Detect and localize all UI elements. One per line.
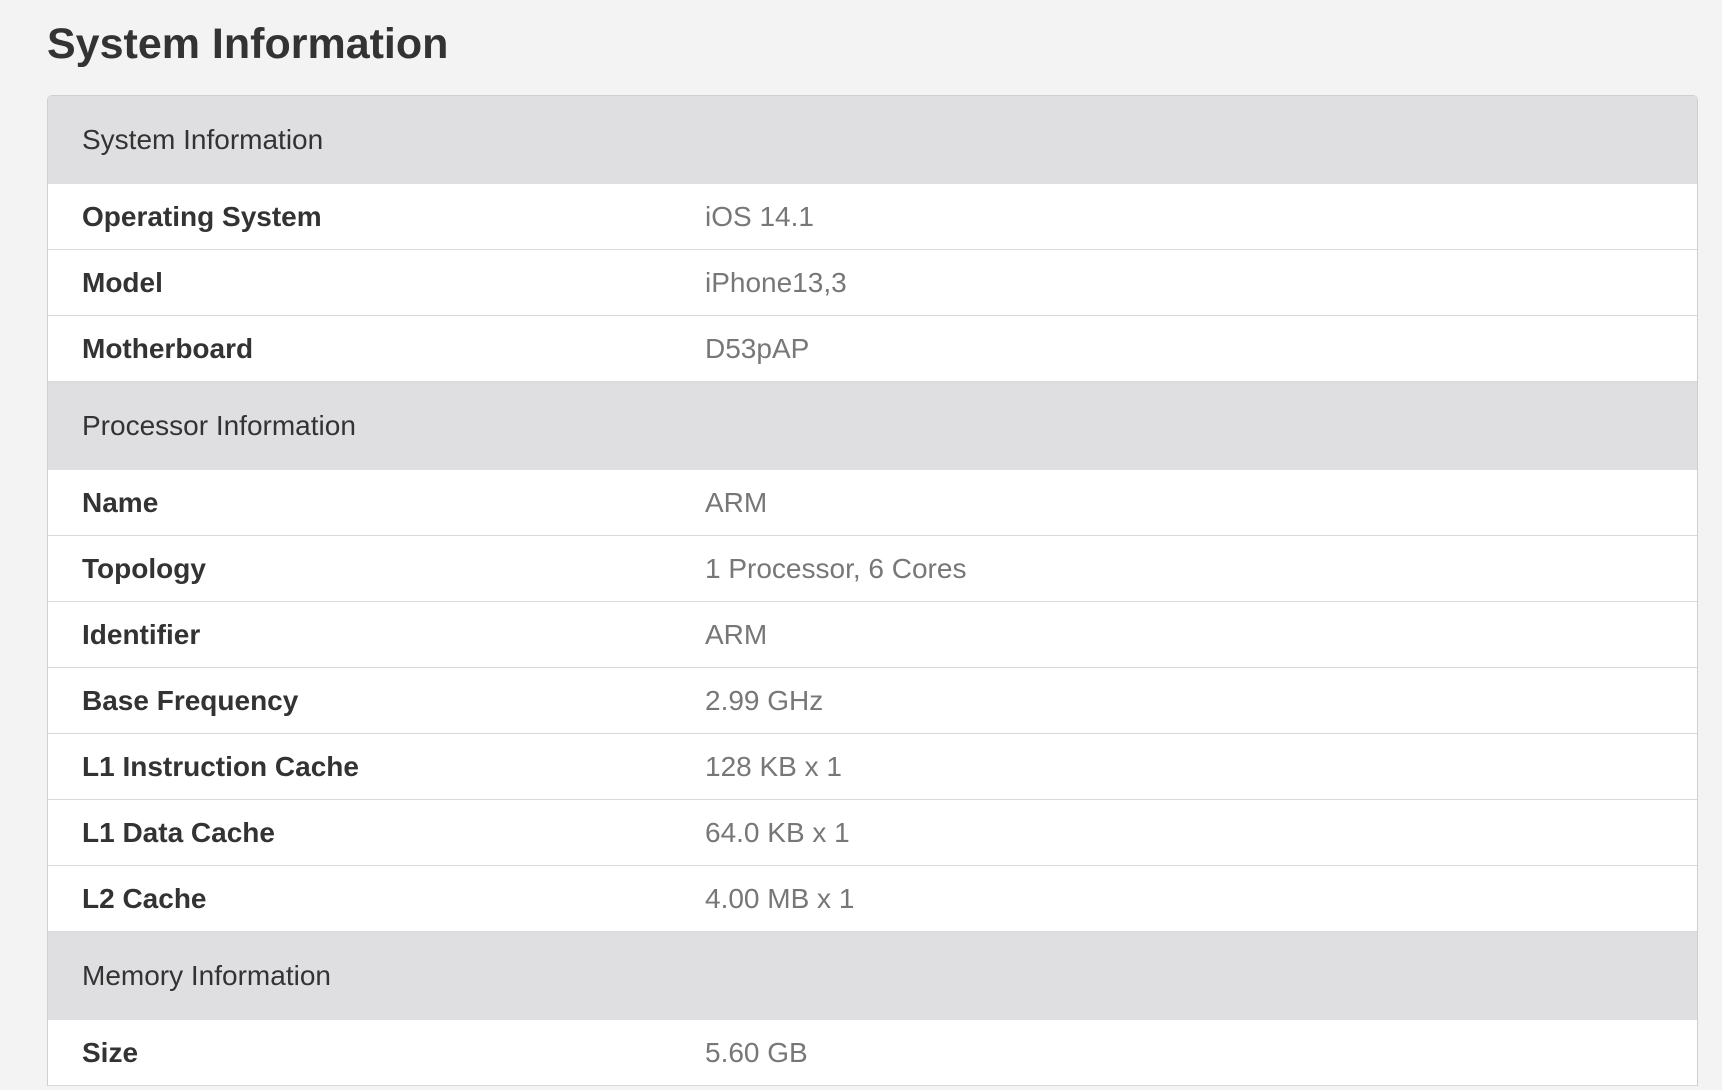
table-row: Size 5.60 GB xyxy=(48,1020,1697,1086)
row-label: Operating System xyxy=(82,200,322,232)
row-label: L1 Instruction Cache xyxy=(82,750,359,782)
row-value: 4.00 MB x 1 xyxy=(705,882,855,914)
row-label: Identifier xyxy=(82,618,201,650)
table-row: Model iPhone13,3 xyxy=(48,250,1697,316)
page-title: System Information xyxy=(47,20,449,68)
row-value: 128 KB x 1 xyxy=(705,750,842,782)
table-row: Identifier ARM xyxy=(48,602,1697,668)
row-value: 1 Processor, 6 Cores xyxy=(705,552,967,584)
row-value: D53pAP xyxy=(705,332,810,364)
row-label: Base Frequency xyxy=(82,684,299,716)
table-row: Motherboard D53pAP xyxy=(48,316,1697,382)
row-value: ARM xyxy=(705,618,768,650)
table-row: L2 Cache 4.00 MB x 1 xyxy=(48,866,1697,932)
row-value: 2.99 GHz xyxy=(705,684,824,716)
row-value: 5.60 GB xyxy=(705,1036,808,1068)
row-label: Topology xyxy=(82,552,206,584)
row-value: 64.0 KB x 1 xyxy=(705,816,850,848)
section-header-memory-information: Memory Information xyxy=(48,932,1697,1020)
table-row: Topology 1 Processor, 6 Cores xyxy=(48,536,1697,602)
table-row: Base Frequency 2.99 GHz xyxy=(48,668,1697,734)
row-value: iOS 14.1 xyxy=(705,200,814,232)
row-label: Size xyxy=(82,1036,139,1068)
row-label: L1 Data Cache xyxy=(82,816,275,848)
row-label: L2 Cache xyxy=(82,882,207,914)
row-label: Name xyxy=(82,486,159,518)
row-value: iPhone13,3 xyxy=(705,266,847,298)
section-header-processor-information: Processor Information xyxy=(48,382,1697,470)
system-info-table: System Information Operating System iOS … xyxy=(47,95,1698,1086)
table-row: Name ARM xyxy=(48,470,1697,536)
row-value: ARM xyxy=(705,486,768,518)
row-label: Motherboard xyxy=(82,332,254,364)
table-row: L1 Instruction Cache 128 KB x 1 xyxy=(48,734,1697,800)
table-row: Operating System iOS 14.1 xyxy=(48,184,1697,250)
row-label: Model xyxy=(82,266,163,298)
table-row: L1 Data Cache 64.0 KB x 1 xyxy=(48,800,1697,866)
section-header-system-information: System Information xyxy=(48,96,1697,184)
